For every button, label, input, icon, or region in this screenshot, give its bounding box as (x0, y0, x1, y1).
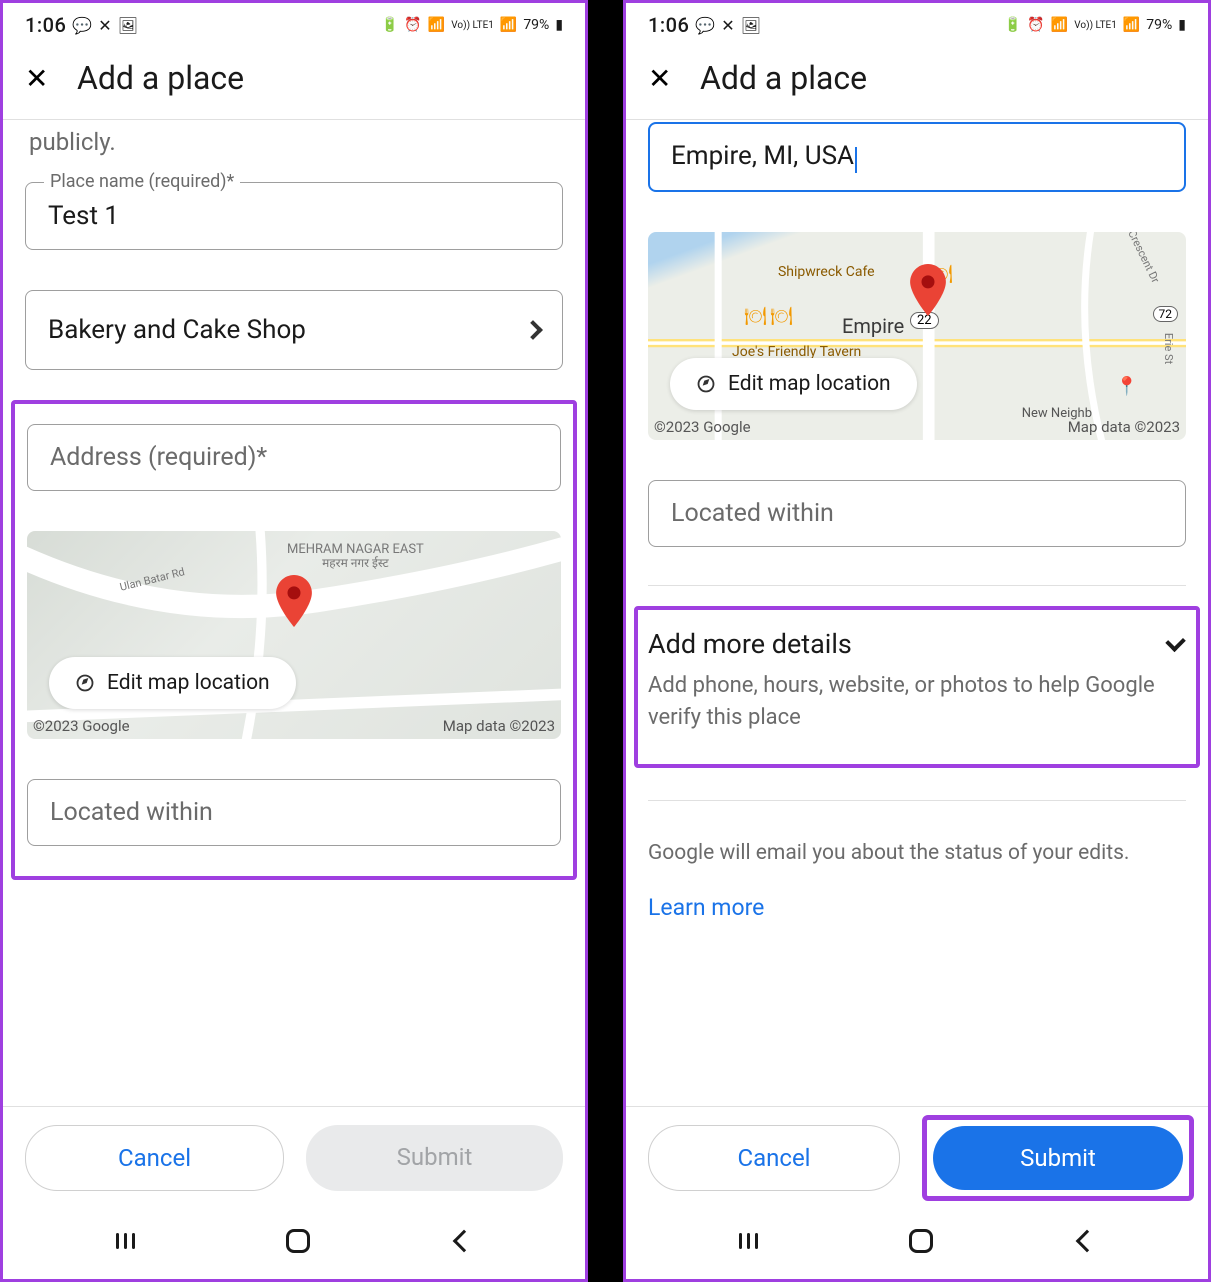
edit-map-location-button[interactable]: Edit map location (49, 657, 296, 709)
status-battery-pct: 79% (1146, 17, 1172, 33)
close-icon[interactable]: ✕ (25, 62, 49, 95)
edit-map-location-label: Edit map location (107, 671, 270, 695)
address-placeholder: Address (required)* (50, 443, 538, 472)
map-town-label: Empire (842, 314, 904, 338)
wifi-icon: 📶 (428, 17, 445, 33)
chat-icon: 💬 (72, 16, 92, 35)
cancel-button[interactable]: Cancel (25, 1125, 284, 1191)
page-title: Add a place (77, 59, 244, 97)
status-network: Vo)) LTE1 (1074, 20, 1117, 31)
nav-back-icon[interactable] (1076, 1230, 1099, 1253)
place-name-value: Test 1 (48, 201, 540, 231)
image-icon: 🖼 (118, 16, 138, 35)
location-pin-icon: 📍 (1116, 376, 1138, 397)
page-header: ✕ Add a place (3, 43, 585, 120)
food-pin-icon: 🍽 (770, 306, 793, 327)
edit-map-location-button[interactable]: Edit map location (670, 358, 917, 410)
alarm-icon: ⏰ (1027, 17, 1044, 33)
nav-back-icon[interactable] (453, 1230, 476, 1253)
footer-actions: Cancel Submit (3, 1106, 585, 1209)
wifi-icon: 📶 (1051, 17, 1068, 33)
submit-button[interactable]: Submit (933, 1126, 1183, 1190)
android-nav-bar (626, 1209, 1208, 1279)
status-time: 1:06 (25, 13, 66, 37)
learn-more-link[interactable]: Learn more (648, 894, 1186, 921)
address-field-focused[interactable]: Empire, MI, USA (648, 122, 1186, 192)
divider (648, 800, 1186, 801)
status-email-info: Google will email you about the status o… (648, 839, 1186, 868)
page-title: Add a place (700, 59, 867, 97)
battery-saver-icon: 🔋 (381, 17, 398, 33)
place-name-label: Place name (required)* (44, 171, 240, 192)
map-preview[interactable]: MEHRAM NAGAR EAST महरम नगर ईस्ट Ulan Bat… (27, 531, 561, 739)
status-battery-pct: 79% (523, 17, 549, 33)
screenshot-divider (588, 0, 623, 1282)
map-data-attribution: Map data ©2023 (1068, 418, 1180, 436)
status-time: 1:06 (648, 13, 689, 37)
text-cursor (855, 147, 857, 173)
add-more-details-title: Add more details (648, 628, 1169, 660)
image-icon: 🖼 (741, 16, 761, 35)
battery-icon: ▮ (555, 17, 563, 33)
page-header: ✕ Add a place (626, 43, 1208, 120)
edit-location-icon (696, 374, 716, 394)
located-within-field[interactable]: Located within (27, 779, 561, 846)
map-data-attribution: Map data ©2023 (443, 717, 555, 735)
map-road-label: Ulan Batar Rd (118, 565, 186, 594)
chat-icon: 💬 (695, 16, 715, 35)
android-nav-bar (3, 1209, 585, 1279)
food-pin-icon: 🍽 (744, 306, 767, 327)
route-badge: 72 (1153, 306, 1179, 322)
add-more-details-expander[interactable]: Add more details Add phone, hours, websi… (648, 624, 1186, 742)
place-name-field[interactable]: Place name (required)* Test 1 (25, 182, 563, 250)
map-road-label: Crescent Dr (1125, 232, 1162, 285)
category-select[interactable]: Bakery and Cake Shop (25, 290, 563, 370)
nav-home-icon[interactable] (286, 1229, 310, 1253)
annotation-highlight-more-details: Add more details Add phone, hours, websi… (634, 606, 1200, 768)
missed-call-icon: ✕ (721, 16, 734, 35)
status-network: Vo)) LTE1 (451, 20, 494, 31)
nav-recents-icon[interactable] (116, 1233, 140, 1249)
phone-screen-right: 1:06 💬 ✕ 🖼 🔋 ⏰ 📶 Vo)) LTE1 📶 79% ▮ ✕ Add… (623, 0, 1211, 1282)
located-within-placeholder: Located within (671, 499, 1163, 528)
map-pin-icon (906, 264, 950, 320)
map-preview[interactable]: Shipwreck Cafe 🍽 🍽 🍽 Joe's Friendly Tave… (648, 232, 1186, 440)
map-copyright: ©2023 Google (654, 418, 751, 436)
divider (648, 585, 1186, 586)
category-value: Bakery and Cake Shop (48, 315, 306, 345)
map-poi-label: Shipwreck Cafe (778, 264, 875, 280)
chevron-right-icon (523, 320, 543, 340)
phone-screen-left: 1:06 💬 ✕ 🖼 🔋 ⏰ 📶 Vo)) LTE1 📶 79% ▮ ✕ Add… (0, 0, 588, 1282)
located-within-placeholder: Located within (50, 798, 538, 827)
missed-call-icon: ✕ (98, 16, 111, 35)
alarm-icon: ⏰ (404, 17, 421, 33)
map-area-label: MEHRAM NAGAR EAST महरम नगर ईस्ट (287, 543, 424, 572)
nav-home-icon[interactable] (909, 1229, 933, 1253)
located-within-field[interactable]: Located within (648, 480, 1186, 547)
map-pin-icon (272, 575, 316, 631)
battery-saver-icon: 🔋 (1004, 17, 1021, 33)
annotation-highlight-address-section: Address (required)* MEHRAM NAGAR EAST मह… (11, 400, 577, 880)
add-more-details-subtitle: Add phone, hours, website, or photos to … (648, 670, 1169, 734)
address-value: Empire, MI, USA (671, 141, 854, 171)
map-road-label: Erie St (1162, 333, 1175, 364)
submit-button-disabled: Submit (306, 1125, 563, 1191)
footer-actions: Cancel Submit (626, 1106, 1208, 1209)
map-copyright: ©2023 Google (33, 717, 130, 735)
battery-icon: ▮ (1178, 17, 1186, 33)
edit-location-icon (75, 673, 95, 693)
signal-icon: 📶 (1123, 17, 1140, 33)
signal-icon: 📶 (500, 17, 517, 33)
status-bar: 1:06 💬 ✕ 🖼 🔋 ⏰ 📶 Vo)) LTE1 📶 79% ▮ (3, 3, 585, 43)
status-bar: 1:06 💬 ✕ 🖼 🔋 ⏰ 📶 Vo)) LTE1 📶 79% ▮ (626, 3, 1208, 43)
cancel-button[interactable]: Cancel (648, 1125, 900, 1191)
close-icon[interactable]: ✕ (648, 62, 672, 95)
annotation-highlight-submit: Submit (922, 1115, 1194, 1201)
nav-recents-icon[interactable] (739, 1233, 763, 1249)
edit-map-location-label: Edit map location (728, 372, 891, 396)
address-field[interactable]: Address (required)* (27, 424, 561, 491)
